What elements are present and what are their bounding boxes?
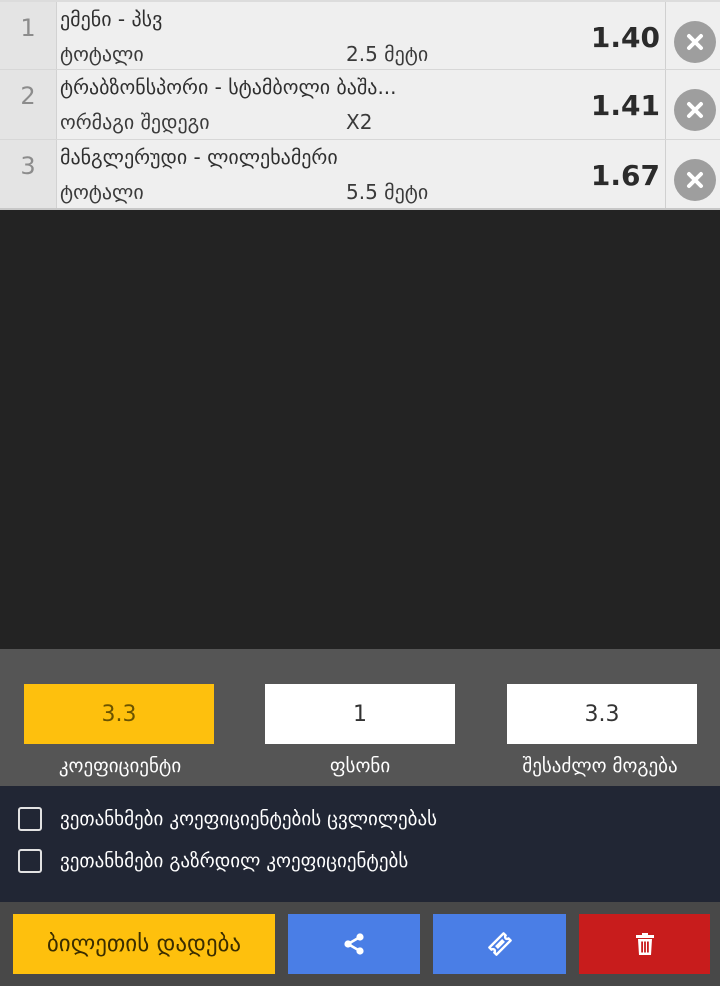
divider — [665, 2, 666, 69]
possible-win-label: შესაძლო მოგება — [522, 755, 678, 777]
ticket-icon — [487, 932, 512, 956]
bet-selection: 2.5 მეტი — [346, 42, 429, 66]
bet-index: 1 — [0, 2, 57, 69]
totals-panel: 3.3 კოეფიციენტი 1 ფსონი 3.3 შესაძლო მოგე… — [0, 649, 720, 786]
close-circle-icon — [687, 102, 703, 118]
bet-odds: 1.41 — [590, 89, 660, 122]
total-odds-value: 3.3 — [24, 684, 214, 744]
bet-row: 2 ტრაბზონსპორი - სტამბოლი ბაშა... ორმაგი… — [0, 70, 720, 140]
share-icon — [344, 933, 364, 955]
options-panel: ვეთანხმები კოეფიციენტების ცვლილებას ვეთა… — [0, 786, 720, 902]
bet-index: 3 — [0, 140, 57, 208]
trash-icon — [635, 933, 654, 955]
accept-odds-changes-checkbox[interactable] — [18, 807, 42, 831]
betslip: 1 ემენი - პსვ ტოტალი 2.5 მეტი 1.40 2 ტრა… — [0, 0, 720, 986]
possible-win-value: 3.3 — [507, 684, 697, 744]
bet-row: 1 ემენი - პსვ ტოტალი 2.5 მეტი 1.40 — [0, 0, 720, 70]
bet-event: ტრაბზონსპორი - სტამბოლი ბაშა... — [60, 75, 397, 99]
accept-odds-changes-option[interactable]: ვეთანხმები კოეფიციენტების ცვლილებას — [18, 806, 437, 832]
accept-boosted-odds-checkbox[interactable] — [18, 849, 42, 873]
bet-odds: 1.40 — [590, 21, 660, 54]
bet-row: 3 მანგლერუდი - ლილეხამერი ტოტალი 5.5 მეტ… — [0, 140, 720, 210]
bet-odds: 1.67 — [590, 159, 660, 192]
divider — [665, 70, 666, 139]
place-bet-button[interactable]: ბილეთის დადება — [13, 914, 275, 974]
bet-event: ემენი - პსვ — [60, 7, 163, 31]
bet-selection: X2 — [346, 110, 373, 134]
remove-bet-button[interactable] — [674, 21, 716, 63]
total-odds-label: კოეფიციენტი — [58, 755, 182, 777]
bet-event: მანგლერუდი - ლილეხამერი — [60, 145, 338, 169]
divider — [665, 140, 666, 208]
stake-label: ფსონი — [329, 755, 391, 777]
stake-input[interactable]: 1 — [265, 684, 455, 744]
remove-bet-button[interactable] — [674, 89, 716, 131]
action-bar: ბილეთის დადება — [0, 902, 720, 986]
close-circle-icon — [687, 172, 703, 188]
bet-market: ორმაგი შედეგი — [60, 110, 210, 134]
remove-bet-button[interactable] — [674, 159, 716, 201]
accept-odds-changes-label: ვეთანხმები კოეფიციენტების ცვლილებას — [60, 808, 438, 830]
bet-index: 2 — [0, 70, 57, 139]
accept-boosted-odds-label: ვეთანხმები გაზრდილ კოეფიციენტებს — [60, 850, 409, 872]
bet-market: ტოტალი — [60, 42, 144, 66]
share-button[interactable] — [288, 914, 420, 974]
bet-selection: 5.5 მეტი — [346, 180, 429, 204]
bet-list: 1 ემენი - პსვ ტოტალი 2.5 მეტი 1.40 2 ტრა… — [0, 0, 720, 210]
bet-market: ტოტალი — [60, 180, 144, 204]
ticket-button[interactable] — [433, 914, 566, 974]
close-circle-icon — [687, 34, 703, 50]
accept-boosted-odds-option[interactable]: ვეთანხმები გაზრდილ კოეფიციენტებს — [18, 848, 408, 874]
delete-all-button[interactable] — [579, 914, 710, 974]
